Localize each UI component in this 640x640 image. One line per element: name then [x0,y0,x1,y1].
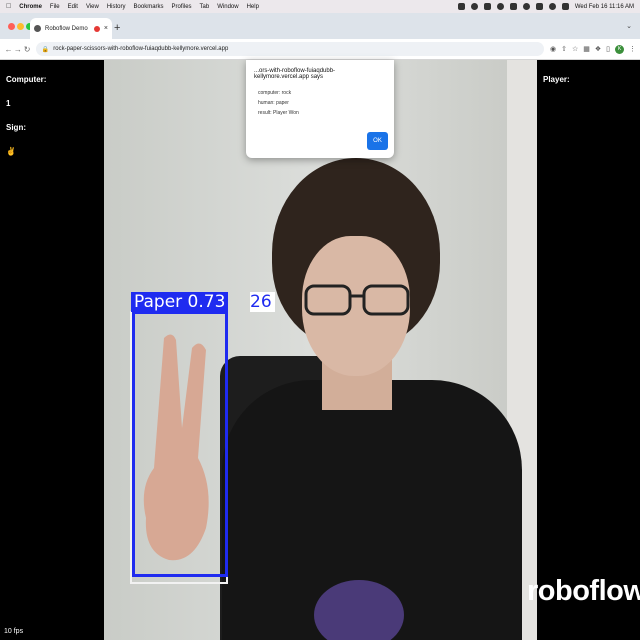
menu-bar-tray: Wed Feb 16 11:16 AM [457,3,634,10]
search-icon[interactable] [548,3,556,10]
tab-title: Roboflow Demo [45,25,88,32]
extension-icon[interactable]: ▦ [583,45,590,53]
address-bar[interactable]: 🔒 rock-paper-scissors-with-roboflow-fuia… [35,42,544,56]
minimize-window-button[interactable] [17,23,24,30]
toolbar-icons: ◉ ⇧ ☆ ▦ ❖ ▯ K ⋮ [550,44,636,54]
detection-bounding-box [132,311,228,577]
menu-tab[interactable]: Tab [200,4,210,10]
computer-value: 1 [6,99,11,108]
menu-window[interactable]: Window [217,4,238,10]
alert-line-result: result: Player Won [258,110,299,116]
more-menu-icon[interactable]: ⋮ [629,45,636,53]
menu-help[interactable]: Help [247,4,259,10]
menu-app-chrome[interactable]: Chrome [19,4,42,10]
dropbox-icon[interactable] [483,3,491,10]
alert-line-human: human: paper [258,100,289,106]
apple-icon[interactable]:  [6,3,11,10]
menu-file[interactable]: File [50,4,60,10]
wifi-icon[interactable] [535,3,543,10]
close-window-button[interactable] [8,23,15,30]
menu-edit[interactable]: Edit [68,4,78,10]
tab-roboflow-demo[interactable]: Roboflow Demo × [30,18,112,39]
star-icon[interactable]: ☆ [572,45,578,53]
puzzle-icon[interactable]: ❖ [595,45,601,53]
sidebar-icon[interactable]: ▯ [606,45,610,53]
detection-label-overlap: 26 [250,292,275,312]
fps-counter: 10 fps [4,628,24,635]
sync-icon[interactable] [496,3,504,10]
screen-record-icon[interactable] [457,3,465,10]
alert-line-computer: computer: rock [258,90,292,96]
sign-emoji: ✌ [6,147,16,156]
tab-search-chevron-icon[interactable]: ⌄ [626,22,632,30]
menu-bar-clock[interactable]: Wed Feb 16 11:16 AM [575,4,634,10]
profile-avatar[interactable]: K [614,44,624,54]
browser-toolbar: ← → ↻ 🔒 rock-paper-scissors-with-roboflo… [0,39,640,60]
player-panel: Player: [537,60,640,640]
glasses-shape [304,284,410,316]
close-tab-icon[interactable]: × [104,25,108,32]
forward-arrow-icon[interactable]: → [13,45,22,54]
back-arrow-icon[interactable]: ← [4,45,13,54]
alert-dialog: ...ors-with-roboflow-fuiaqdubb-kellymore… [246,60,394,158]
sign-label: Sign: [6,123,26,132]
control-center-icon[interactable] [561,3,569,10]
menu-history[interactable]: History [107,4,126,10]
reload-icon[interactable]: ↻ [23,45,32,54]
detection-label: Paper 0.73 [131,292,229,312]
roboflow-watermark: roboflow [527,575,640,607]
address-url[interactable]: rock-paper-scissors-with-roboflow-fuiaqd… [53,46,228,52]
recording-indicator-icon [93,25,100,32]
computer-label: Computer: [6,75,47,84]
browser-tab-strip: Roboflow Demo × + ⌄ [0,13,640,39]
player-label: Player: [543,75,570,84]
menu-bookmarks[interactable]: Bookmarks [134,4,164,10]
globe-icon [34,25,41,32]
new-tab-button[interactable]: + [114,22,120,34]
bluetooth-icon[interactable] [509,3,517,10]
status-icon[interactable] [470,3,478,10]
camera-icon[interactable]: ◉ [550,45,556,53]
computer-panel: Computer: 1 Sign: ✌ 10 fps [0,60,104,640]
alert-title: ...ors-with-roboflow-fuiaqdubb-kellymore… [254,68,336,80]
menu-view[interactable]: View [86,4,99,10]
macos-menu-bar:  Chrome File Edit View History Bookmark… [0,0,640,13]
share-icon[interactable]: ⇧ [561,45,567,53]
lock-icon[interactable]: 🔒 [42,46,49,53]
ok-button[interactable]: OK [367,132,388,150]
menu-profiles[interactable]: Profiles [172,4,192,10]
battery-icon[interactable] [522,3,530,10]
